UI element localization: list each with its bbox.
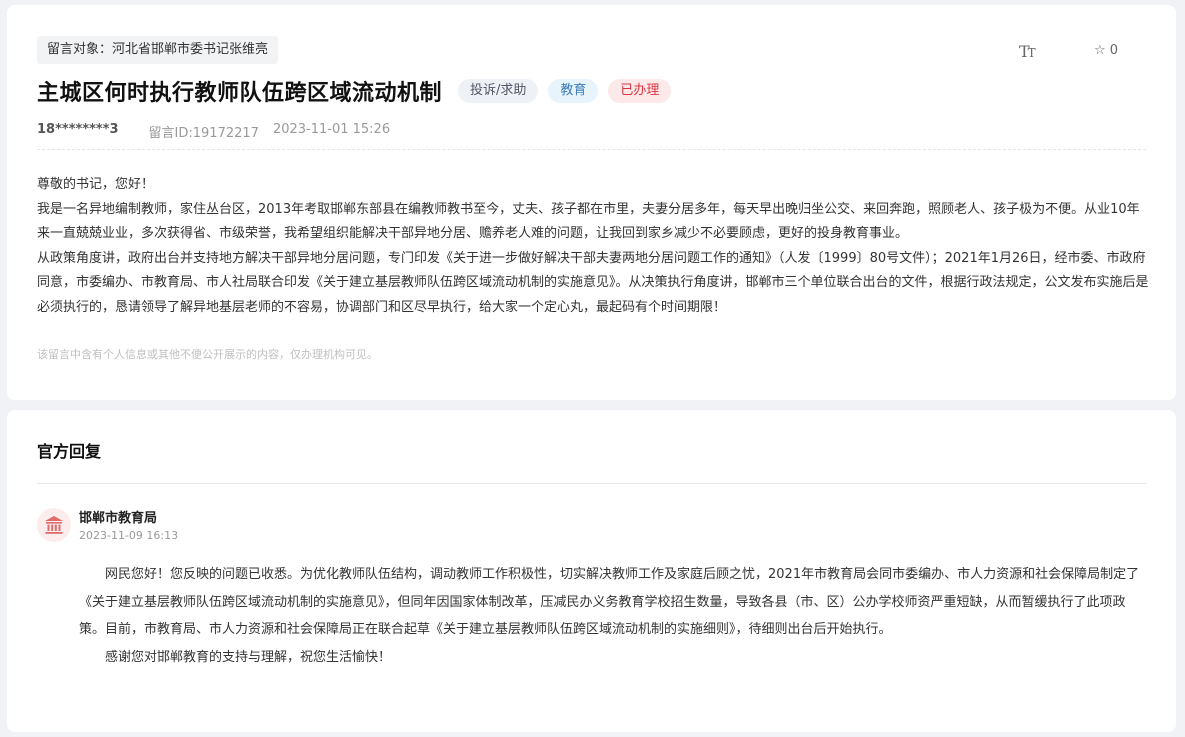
message-paragraph: 我是一名异地编制教师，家住丛台区，2013年考取邯郸东部县在编教师教书至今，丈夫… bbox=[37, 201, 1140, 242]
message-meta: 18********3 留言ID:19172217 2023-11-01 15:… bbox=[37, 122, 390, 141]
message-id: 留言ID:19172217 bbox=[148, 126, 259, 141]
reply-heading: 官方回复 bbox=[37, 442, 102, 461]
reply-org-name: 邯郸市教育局 bbox=[79, 511, 158, 526]
type-badge: 投诉/求助 bbox=[458, 79, 539, 103]
title-row: 主城区何时执行教师队伍跨区域流动机制 投诉/求助 教育 已办理 bbox=[37, 75, 672, 107]
reply-timestamp: 2023-11-09 16:13 bbox=[79, 529, 179, 542]
message-target-tag: 留言对象：河北省邯郸市委书记张维亮 bbox=[37, 36, 279, 64]
message-card: 留言对象：河北省邯郸市委书记张维亮 TT ☆ 0 主城区何时执行教师队伍跨区域流… bbox=[7, 5, 1176, 400]
status-badge: 已办理 bbox=[608, 79, 672, 103]
reply-content: 网民您好！您反映的问题已收悉。为优化教师队伍结构，调动教师工作积极性，切实解决教… bbox=[79, 561, 1149, 671]
author-name: 18********3 bbox=[37, 122, 119, 137]
message-paragraph: 尊敬的书记，您好！ bbox=[37, 177, 155, 192]
message-content: 尊敬的书记，您好！ 我是一名异地编制教师，家住丛台区，2013年考取邯郸东部县在… bbox=[37, 173, 1149, 320]
reply-paragraph: 感谢您对邯郸教育的支持与理解，祝您生活愉快！ bbox=[105, 649, 392, 665]
favorite-button[interactable]: ☆ 0 bbox=[1094, 43, 1118, 58]
font-size-glyph-small: T bbox=[1027, 46, 1036, 60]
font-size-icon[interactable]: TT bbox=[1019, 42, 1036, 61]
government-building-icon bbox=[45, 516, 63, 534]
favorite-count: 0 bbox=[1109, 43, 1119, 58]
star-outline-icon: ☆ bbox=[1094, 43, 1106, 58]
font-size-glyph-big: T bbox=[1019, 42, 1030, 61]
privacy-notice: 该留言中含有个人信息或其他不便公开展示的内容，仅办理机构可见。 bbox=[37, 348, 378, 361]
divider bbox=[37, 483, 1146, 484]
reply-paragraph: 网民您好！您反映的问题已收悉。为优化教师队伍结构，调动教师工作积极性，切实解决教… bbox=[79, 567, 1140, 637]
page-title: 主城区何时执行教师队伍跨区域流动机制 bbox=[37, 81, 443, 106]
message-paragraph: 从政策角度讲，政府出台并支持地方解决干部异地分居问题，专门印发《关于进一步做好解… bbox=[37, 250, 1149, 315]
message-timestamp: 2023-11-01 15:26 bbox=[272, 122, 391, 137]
reply-card: 官方回复 邯郸市教育局 2023-11-09 16:13 网民您好！您反映的问题… bbox=[7, 410, 1176, 732]
category-badge: 教育 bbox=[548, 79, 599, 103]
avatar bbox=[37, 508, 71, 542]
divider bbox=[37, 149, 1146, 150]
